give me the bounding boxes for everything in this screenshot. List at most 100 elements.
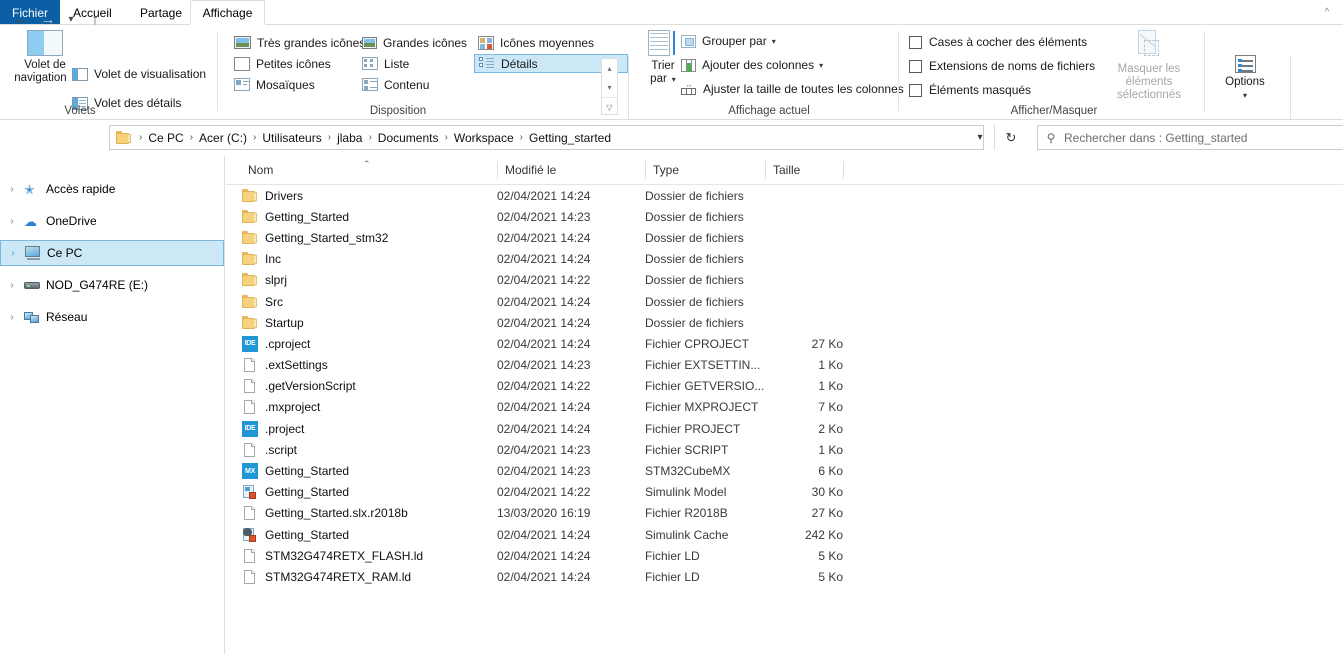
table-row[interactable]: Src 02/04/2021 14:24 Dossier de fichiers bbox=[226, 291, 1343, 312]
breadcrumb-separator[interactable]: › bbox=[187, 132, 196, 143]
file-name-cell[interactable]: STM32G474RETX_FLASH.ld bbox=[226, 545, 423, 566]
item-checkboxes-checkbox[interactable]: Cases à cocher des éléments bbox=[909, 35, 1087, 49]
chevron-right-icon[interactable]: › bbox=[0, 312, 24, 323]
file-name-cell[interactable]: .extSettings bbox=[226, 355, 328, 376]
table-row[interactable]: Getting_Started 02/04/2021 14:23 Dossier d… bbox=[226, 206, 1343, 227]
sidebar-item-ce-pc[interactable]: › Ce PC bbox=[0, 240, 224, 266]
table-row[interactable]: slprj 02/04/2021 14:22 Dossier de fichiers bbox=[226, 270, 1343, 291]
table-row[interactable]: .getVersionScript 02/04/2021 14:22 Fichier… bbox=[226, 376, 1343, 397]
sidebar-item-acces-rapide[interactable]: › ✭ Accès rapide bbox=[0, 176, 224, 202]
refresh-icon[interactable]: ↻ bbox=[999, 125, 1023, 150]
table-row[interactable]: .mxproject 02/04/2021 14:24 Fichier MXPROJ… bbox=[226, 397, 1343, 418]
gallery-scroll-up-icon[interactable]: ▴ bbox=[602, 59, 617, 78]
chevron-down-icon[interactable]: ▾ bbox=[772, 37, 776, 46]
hidden-items-checkbox[interactable]: Éléments masqués bbox=[909, 83, 1031, 97]
file-name-cell[interactable]: Getting_Started_stm32 bbox=[226, 227, 388, 248]
table-row[interactable]: STM32G474RETX_FLASH.ld 02/04/2021 14:24 Fi… bbox=[226, 545, 1343, 566]
tab-affichage[interactable]: Affichage bbox=[190, 0, 265, 25]
breadcrumb-item-acer-c[interactable]: Acer (C:) bbox=[196, 129, 250, 147]
breadcrumb-separator[interactable]: › bbox=[441, 132, 450, 143]
fit-all-columns-button[interactable]: ↔ Ajuster la taille de toutes les colonn… bbox=[681, 82, 904, 96]
gallery-scroll-down-icon[interactable]: ▾ bbox=[602, 78, 617, 97]
table-row[interactable]: STM32G474RETX_RAM.ld 02/04/2021 14:24 Fich… bbox=[226, 566, 1343, 587]
file-name-cell[interactable]: Inc bbox=[226, 249, 281, 270]
back-button[interactable]: ← bbox=[10, 8, 32, 30]
file-name-cell[interactable]: Getting_Started bbox=[226, 524, 349, 545]
breadcrumb-item-workspace[interactable]: Workspace bbox=[451, 129, 517, 147]
table-row[interactable]: Getting_Started_stm32 02/04/2021 14:24 Dos… bbox=[226, 227, 1343, 248]
chevron-right-icon[interactable]: › bbox=[0, 216, 24, 227]
checkbox-icon[interactable] bbox=[909, 83, 922, 97]
table-row[interactable]: Getting_Started.slx.r2018b 13/03/2020 16:… bbox=[226, 503, 1343, 524]
breadcrumb-item-getting-started[interactable]: Getting_started bbox=[526, 129, 614, 147]
breadcrumb[interactable]: › Ce PC › Acer (C:) › Utilisateurs › jla… bbox=[109, 125, 984, 150]
table-row[interactable]: MX Getting_Started 02/04/2021 14:23 STM32Cu… bbox=[226, 460, 1343, 481]
file-name-cell[interactable]: MX Getting_Started bbox=[226, 460, 349, 481]
file-name-cell[interactable]: Getting_Started bbox=[226, 482, 349, 503]
file-name-cell[interactable]: IDE .cproject bbox=[226, 333, 310, 354]
layout-large-icons[interactable]: Grandes icônes bbox=[358, 33, 471, 52]
layout-extra-large-icons[interactable]: Très grandes icônes bbox=[230, 33, 369, 52]
file-name-cell[interactable]: .mxproject bbox=[226, 397, 320, 418]
file-name-cell[interactable]: slprj bbox=[226, 270, 287, 291]
breadcrumb-item-jlaba[interactable]: jlaba bbox=[334, 129, 365, 147]
checkbox-icon[interactable] bbox=[909, 35, 922, 49]
breadcrumb-separator[interactable]: › bbox=[365, 132, 374, 143]
file-name-cell[interactable]: Getting_Started.slx.r2018b bbox=[226, 503, 408, 524]
file-name-cell[interactable]: Src bbox=[226, 291, 283, 312]
hide-selected-items-button[interactable]: Masquer les éléments sélectionnés bbox=[1094, 30, 1204, 102]
table-row[interactable]: IDE .cproject 02/04/2021 14:24 Fichier CPRO… bbox=[226, 333, 1343, 354]
column-header-taille[interactable]: Taille bbox=[765, 156, 843, 184]
layout-tiles[interactable]: Mosaïques bbox=[230, 75, 319, 94]
table-row[interactable]: .script 02/04/2021 14:23 Fichier SCRIPT 1 K… bbox=[226, 439, 1343, 460]
chevron-right-icon[interactable]: › bbox=[1, 248, 25, 259]
sidebar-item-reseau[interactable]: › Réseau bbox=[0, 304, 224, 330]
breadcrumb-separator[interactable]: › bbox=[517, 132, 526, 143]
file-name-cell[interactable]: Startup bbox=[226, 312, 304, 333]
tab-partage[interactable]: Partage bbox=[127, 0, 195, 25]
forward-button[interactable]: → bbox=[37, 8, 59, 30]
table-row[interactable]: Drivers 02/04/2021 14:24 Dossier de fichie… bbox=[226, 185, 1343, 206]
table-row[interactable]: Getting_Started 02/04/2021 14:22 Simulink … bbox=[226, 482, 1343, 503]
file-name-cell[interactable]: Drivers bbox=[226, 185, 303, 206]
add-columns-button[interactable]: Ajouter des colonnes ▾ bbox=[681, 58, 823, 72]
file-name-cell[interactable]: .script bbox=[226, 439, 297, 460]
group-by-button[interactable]: Grouper par ▾ bbox=[681, 34, 776, 48]
table-row[interactable]: IDE .project 02/04/2021 14:24 Fichier PROJE… bbox=[226, 418, 1343, 439]
column-divider[interactable] bbox=[843, 161, 844, 179]
column-header-modifie-le[interactable]: Modifié le bbox=[497, 156, 645, 184]
table-row[interactable]: Getting_Started 02/04/2021 14:24 Simulink … bbox=[226, 524, 1343, 545]
breadcrumb-item-ce-pc[interactable]: Ce PC bbox=[145, 129, 186, 147]
recent-locations-button[interactable]: ▾ bbox=[60, 8, 82, 30]
layout-content[interactable]: Contenu bbox=[358, 75, 433, 94]
column-header-type[interactable]: Type bbox=[645, 156, 765, 184]
sidebar-item-onedrive[interactable]: › ☁ OneDrive bbox=[0, 208, 224, 234]
table-row[interactable]: Inc 02/04/2021 14:24 Dossier de fichiers bbox=[226, 249, 1343, 270]
chevron-down-icon[interactable]: ▾ bbox=[1243, 89, 1247, 102]
layout-gallery-scrollbar[interactable]: ▴ ▾ ▽ bbox=[601, 58, 618, 115]
file-extensions-checkbox[interactable]: Extensions de noms de fichiers bbox=[909, 59, 1095, 73]
layout-small-icons[interactable]: Petites icônes bbox=[230, 54, 335, 73]
breadcrumb-item-documents[interactable]: Documents bbox=[375, 129, 442, 147]
file-name-cell[interactable]: IDE .project bbox=[226, 418, 304, 439]
chevron-down-icon[interactable]: ▾ bbox=[819, 61, 823, 70]
file-name-cell[interactable]: Getting_Started bbox=[226, 206, 349, 227]
search-box[interactable]: ⚲ Rechercher dans : Getting_started bbox=[1037, 125, 1343, 150]
gallery-more-icon[interactable]: ▽ bbox=[602, 97, 617, 116]
preview-pane-button[interactable]: Volet de visualisation bbox=[72, 67, 206, 81]
chevron-up-icon[interactable]: ^ bbox=[1319, 4, 1335, 20]
checkbox-icon[interactable] bbox=[909, 59, 922, 73]
table-row[interactable]: .extSettings 02/04/2021 14:23 Fichier EXTS… bbox=[226, 355, 1343, 376]
layout-list[interactable]: Liste bbox=[358, 54, 413, 73]
sidebar-item-nod-g474re[interactable]: › NOD_G474RE (E:) bbox=[0, 272, 224, 298]
chevron-right-icon[interactable]: › bbox=[0, 184, 24, 195]
breadcrumb-separator[interactable]: › bbox=[250, 132, 259, 143]
breadcrumb-separator[interactable]: › bbox=[325, 132, 334, 143]
file-name-cell[interactable]: STM32G474RETX_RAM.ld bbox=[226, 566, 411, 587]
sort-by-button[interactable]: Trier par ▾ bbox=[639, 30, 687, 86]
chevron-down-icon[interactable]: ▾ bbox=[969, 125, 991, 150]
breadcrumb-item-utilisateurs[interactable]: Utilisateurs bbox=[259, 129, 324, 147]
options-button[interactable]: Options ▾ bbox=[1215, 55, 1275, 102]
chevron-right-icon[interactable]: › bbox=[0, 280, 24, 291]
search-input[interactable]: Rechercher dans : Getting_started bbox=[1064, 131, 1247, 145]
